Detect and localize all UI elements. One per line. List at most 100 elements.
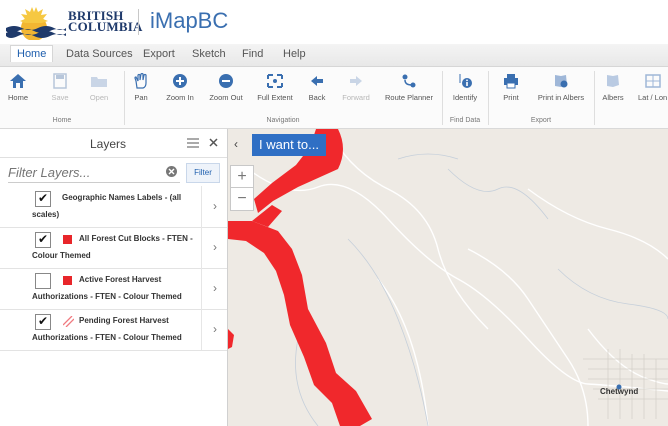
open-button-label: Open — [89, 93, 109, 102]
chevron-right-icon[interactable]: › — [201, 309, 228, 350]
layer-item[interactable]: ✔ Pending Forest Harvest Authorizations … — [0, 309, 227, 351]
tab-home[interactable]: Home — [10, 45, 54, 62]
home-icon — [10, 74, 26, 88]
print-button[interactable]: Print — [500, 73, 522, 102]
layer-name-line2: Authorizations - FTEN - Colour Themed — [32, 292, 182, 301]
albers-button[interactable]: Albers — [600, 73, 626, 102]
filter-button[interactable]: Filter — [186, 163, 220, 183]
zoom-out-icon — [219, 74, 233, 88]
layer-checkbox[interactable]: ✔ — [35, 191, 51, 207]
zoom-in-icon — [173, 74, 187, 88]
layers-panel: Layers Filter ✔ Geographic Names Labels … — [0, 129, 228, 426]
print-albers-button[interactable]: Print in Albers — [535, 73, 587, 102]
lat-long-icon — [645, 74, 661, 88]
tab-data-sources[interactable]: Data Sources — [66, 48, 133, 60]
app-header: BRITISH COLUMBIA iMapBC — [0, 0, 668, 44]
layer-checkbox[interactable]: ✔ — [35, 314, 51, 330]
clear-icon[interactable] — [166, 166, 177, 177]
ribbon-divider — [594, 71, 595, 125]
layer-item[interactable]: Active Forest Harvest Authorizations - F… — [0, 268, 227, 310]
cutblock-corridor — [228, 221, 372, 426]
chevron-right-icon[interactable]: › — [201, 268, 228, 309]
layer-name-line2: Colour Themed — [32, 251, 91, 260]
layer-swatch — [63, 276, 72, 285]
lat-long-button-label: Lat / Lon — [638, 93, 668, 102]
close-icon[interactable] — [209, 138, 218, 147]
menu-bar: Home Data Sources Export Sketch Find Hel… — [0, 44, 668, 67]
back-button-label: Back — [308, 93, 326, 102]
map-zoom-out-button[interactable]: − — [230, 187, 254, 211]
place-label: Chetwynd — [600, 387, 639, 396]
lat-long-button[interactable]: Lat / Lon — [638, 73, 668, 102]
albers-icon — [607, 75, 619, 87]
full-extent-button-label: Full Extent — [257, 93, 293, 102]
layer-name-line2: scales) — [32, 210, 60, 219]
collapse-panel-icon[interactable]: ‹ — [234, 137, 238, 151]
albers-button-label: Albers — [602, 93, 624, 102]
zoom-out-button[interactable]: Zoom Out — [206, 73, 246, 102]
tab-help[interactable]: Help — [283, 48, 306, 60]
identify-icon — [459, 74, 472, 88]
map-view[interactable]: Chetwynd ‹ I want to... + − — [228, 129, 668, 426]
layer-name-line1: Geographic Names Labels - (all — [62, 193, 182, 202]
header-divider — [138, 9, 139, 35]
hatched-swatch-icon — [63, 316, 74, 327]
layers-panel-header: Layers — [0, 129, 227, 158]
cutblock-west — [228, 329, 234, 349]
map-canvas[interactable] — [228, 129, 668, 426]
print-button-label: Print — [503, 93, 519, 102]
layer-item[interactable]: ✔ Geographic Names Labels - (all scales)… — [0, 186, 227, 228]
full-extent-button[interactable]: Full Extent — [254, 73, 296, 102]
tab-find[interactable]: Find — [242, 48, 263, 60]
save-button[interactable]: Save — [48, 73, 72, 102]
identify-button[interactable]: Identify — [450, 73, 480, 102]
zoom-in-button[interactable]: Zoom In — [164, 73, 196, 102]
route-icon — [402, 74, 416, 88]
layer-name-line1: All Forest Cut Blocks - FTEN - — [79, 234, 193, 243]
layer-swatch — [63, 235, 72, 244]
arrow-left-icon — [311, 76, 323, 86]
filter-layers-input[interactable] — [8, 162, 180, 183]
layer-name-line1: Active Forest Harvest — [79, 275, 162, 284]
identify-button-label: Identify — [452, 93, 478, 102]
group-label-find-data: Find Data — [449, 117, 481, 124]
printer-icon — [504, 74, 518, 89]
print-albers-button-label: Print in Albers — [537, 93, 585, 102]
chevron-right-icon[interactable]: › — [201, 227, 228, 268]
layer-item[interactable]: ✔ All Forest Cut Blocks - FTEN - Colour … — [0, 227, 227, 269]
bc-wordmark: BRITISH COLUMBIA — [68, 9, 143, 34]
tab-sketch[interactable]: Sketch — [192, 48, 226, 60]
print-albers-icon — [555, 75, 568, 88]
hand-icon — [134, 73, 147, 89]
save-icon — [53, 73, 67, 89]
ribbon-toolbar: Home Save Open Home Pan Zoom In Zoom Out… — [0, 67, 668, 129]
zoom-in-button-label: Zoom In — [166, 93, 194, 102]
layer-name-line2: Authorizations - FTEN - Colour Themed — [32, 333, 182, 342]
open-button[interactable]: Open — [86, 73, 112, 102]
bc-wordmark-line2: COLUMBIA — [68, 19, 143, 34]
pan-button-label: Pan — [134, 93, 148, 102]
home-button[interactable]: Home — [6, 73, 30, 102]
group-label-navigation: Navigation — [266, 117, 300, 124]
home-button-label: Home — [7, 93, 28, 102]
forward-button[interactable]: Forward — [339, 73, 373, 102]
layer-checkbox[interactable]: ✔ — [35, 232, 51, 248]
menu-icon[interactable] — [187, 138, 199, 148]
layer-filter-row: Filter — [0, 159, 227, 185]
pan-button[interactable]: Pan — [131, 73, 151, 102]
full-extent-icon — [267, 74, 283, 88]
route-planner-button[interactable]: Route Planner — [383, 73, 435, 102]
chevron-right-icon[interactable]: › — [201, 186, 228, 227]
map-zoom-in-button[interactable]: + — [230, 165, 254, 189]
layer-name-line1: Pending Forest Harvest — [79, 316, 169, 325]
tab-export[interactable]: Export — [143, 48, 175, 60]
folder-icon — [91, 77, 107, 87]
layer-checkbox[interactable] — [35, 273, 51, 289]
i-want-to-button[interactable]: I want to... — [252, 134, 326, 156]
save-button-label: Save — [51, 93, 69, 102]
layers-panel-title: Layers — [90, 137, 127, 151]
zoom-out-button-label: Zoom Out — [209, 93, 243, 102]
bc-logo-icon — [6, 7, 66, 40]
back-button[interactable]: Back — [305, 73, 329, 102]
group-label-home: Home — [52, 117, 72, 124]
